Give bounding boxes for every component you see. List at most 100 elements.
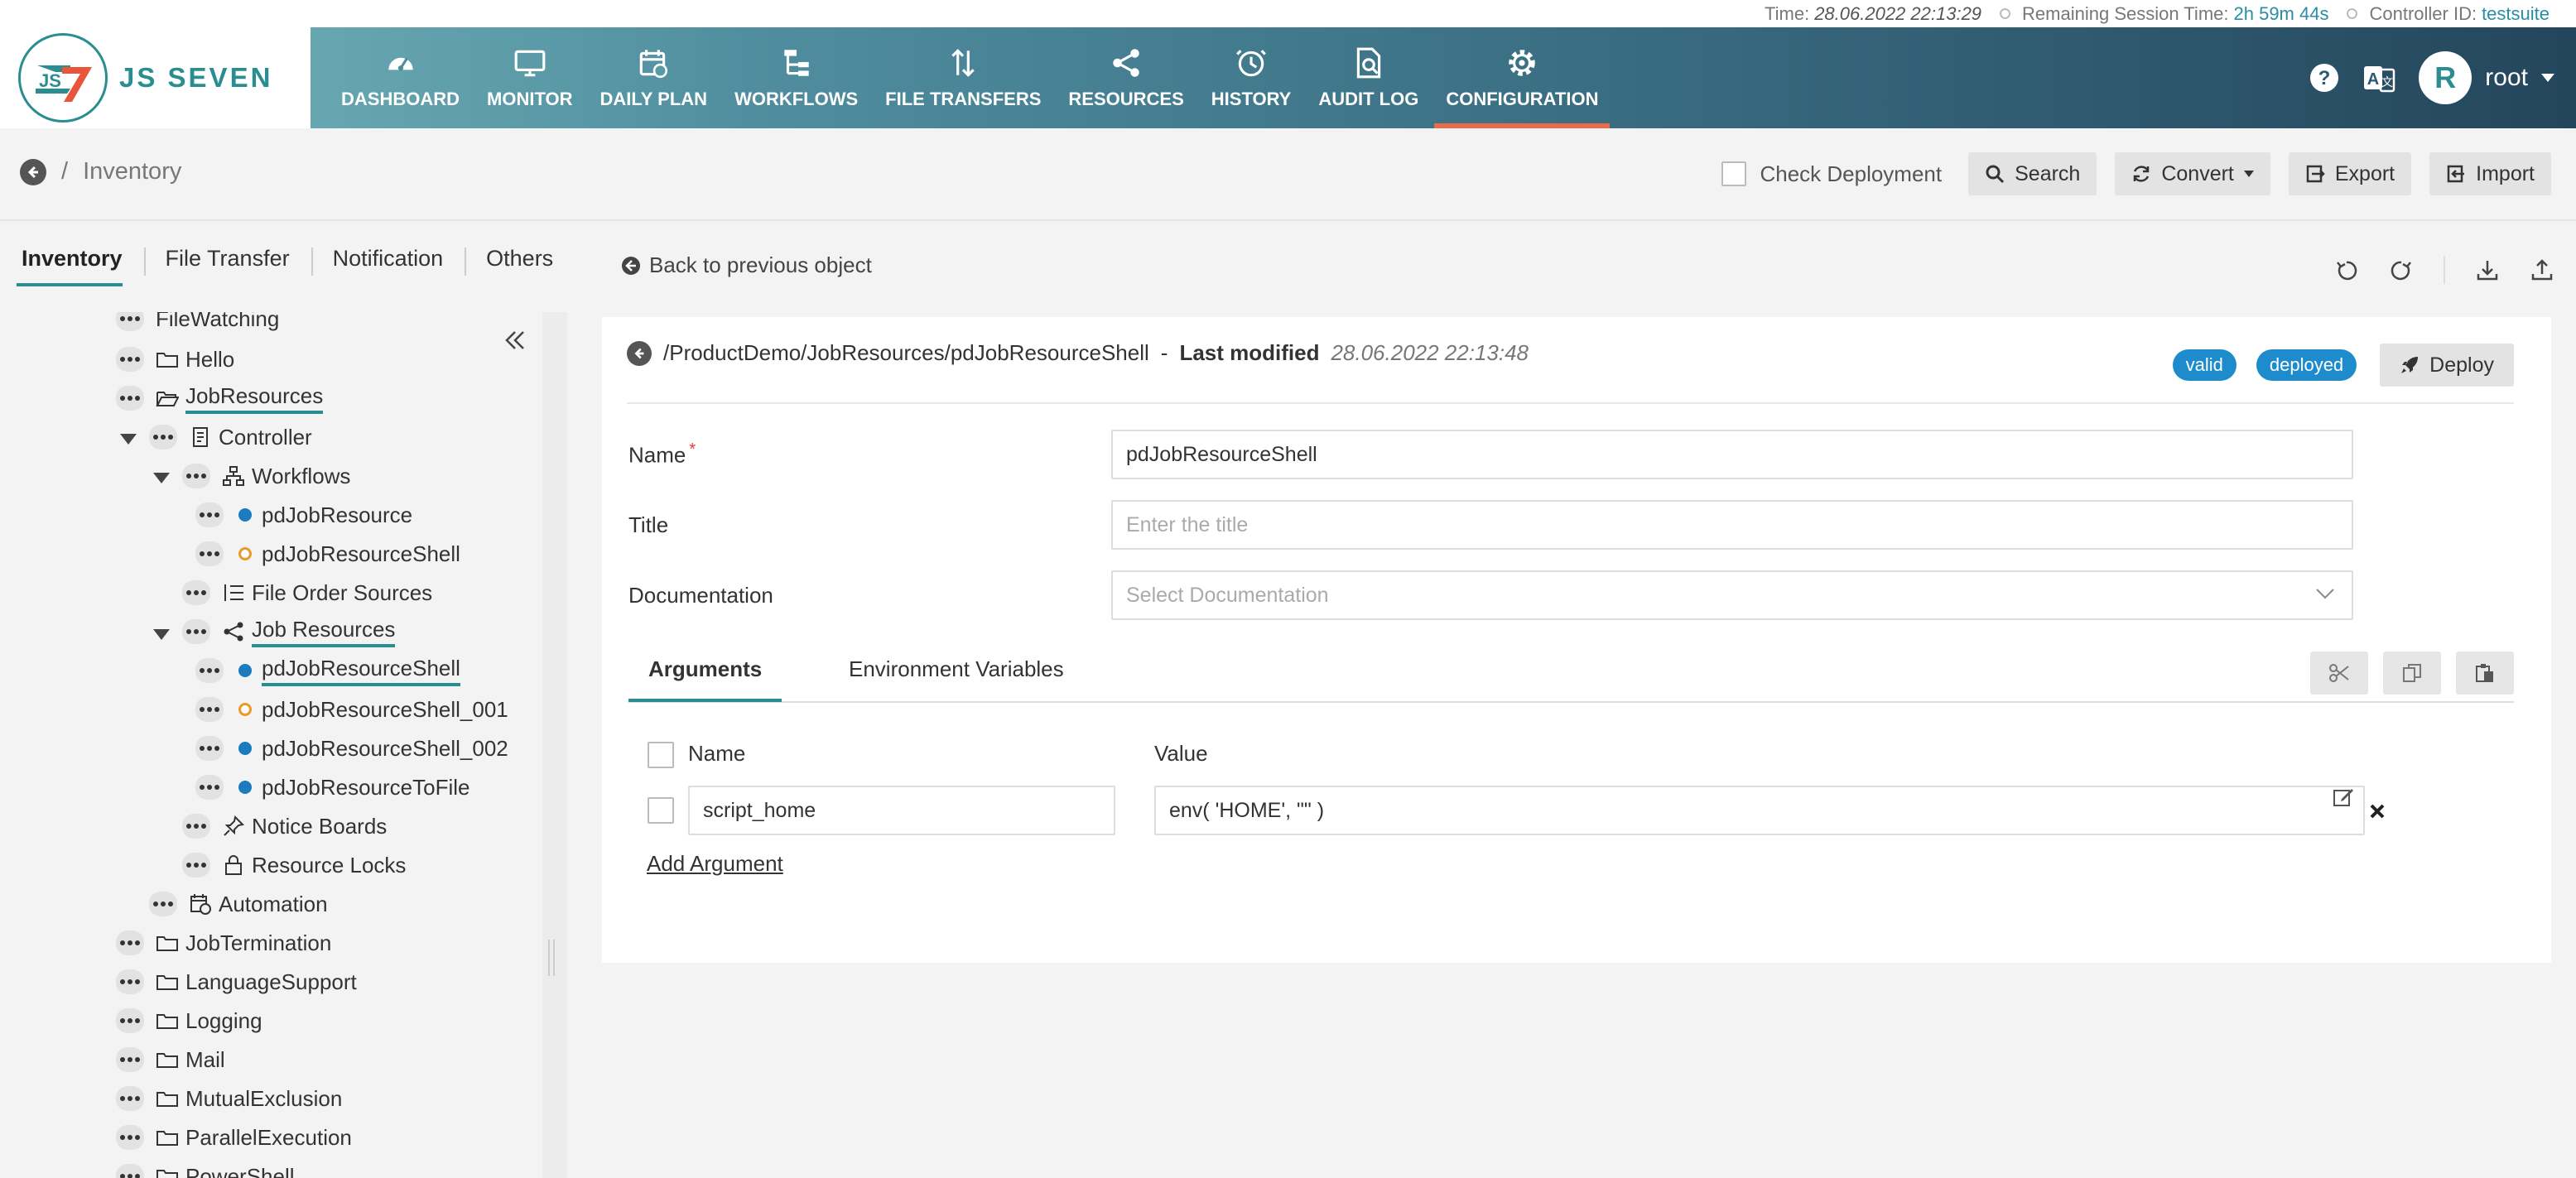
upload-icon[interactable] <box>2530 257 2554 282</box>
more-icon[interactable] <box>116 1086 144 1111</box>
cut-button[interactable] <box>2310 652 2368 695</box>
tree-automation[interactable]: Automation <box>149 887 328 921</box>
tree-workflows[interactable]: Workflows <box>182 459 350 493</box>
more-icon[interactable] <box>116 1047 144 1072</box>
tree-folder[interactable]: Logging <box>116 1004 262 1037</box>
language-icon[interactable]: A文 <box>2362 61 2395 94</box>
more-icon[interactable] <box>195 541 224 566</box>
nav-audit-log[interactable]: AUDIT LOG <box>1307 27 1430 128</box>
tree-job-resources[interactable]: Job Resources <box>182 615 396 648</box>
more-icon[interactable] <box>195 502 224 527</box>
tree-resource-locks[interactable]: Resource Locks <box>182 849 406 882</box>
tree-controller[interactable]: Controller <box>149 421 312 454</box>
title-field[interactable]: Enter the title <box>1111 500 2353 550</box>
tree-folder-hello[interactable]: Hello <box>116 343 234 376</box>
tree-folder[interactable]: JobTermination <box>116 926 331 959</box>
tree-workflow-item[interactable]: pdJobResource <box>195 498 412 531</box>
name-field[interactable]: pdJobResourceShell <box>1111 430 2353 479</box>
logo[interactable]: JS JS SEVEN <box>0 27 311 128</box>
tree-job-resource-item-selected[interactable]: pdJobResourceShell <box>195 654 460 687</box>
argument-value-input[interactable]: env( 'HOME', "" ) <box>1154 786 2365 835</box>
tree-job-resource-item[interactable]: pdJobResourceShell_002 <box>195 732 508 765</box>
documentation-select[interactable]: Select Documentation <box>1111 570 2353 620</box>
tree-notice-boards[interactable]: Notice Boards <box>182 810 387 843</box>
more-icon[interactable] <box>149 892 177 916</box>
tab-environment-variables[interactable]: Environment Variables <box>829 656 1084 700</box>
back-to-previous-link[interactable]: Back to previous object <box>621 252 872 278</box>
user-menu[interactable]: R root <box>2419 51 2554 104</box>
tab-arguments[interactable]: Arguments <box>628 656 782 702</box>
nav-monitor[interactable]: MONITOR <box>475 27 584 128</box>
more-icon[interactable] <box>149 425 177 450</box>
download-icon[interactable] <box>2475 257 2500 282</box>
more-icon[interactable] <box>116 930 144 955</box>
more-icon[interactable] <box>116 386 144 411</box>
expand-caret-icon[interactable] <box>153 473 170 483</box>
redo-icon[interactable] <box>2389 257 2414 282</box>
tree-workflow-item[interactable]: pdJobResourceShell <box>195 537 460 570</box>
convert-button[interactable]: Convert <box>2115 152 2270 195</box>
check-deployment[interactable]: Check Deployment <box>1721 161 1942 187</box>
more-icon[interactable] <box>195 736 224 761</box>
panel-splitter[interactable] <box>548 940 555 976</box>
tree-scrollbar[interactable] <box>542 312 567 1178</box>
export-button[interactable]: Export <box>2288 152 2412 195</box>
nav-daily-plan[interactable]: DAILY PLAN <box>588 27 719 128</box>
argument-name-input[interactable]: script_home <box>688 786 1115 835</box>
tree-folder[interactable]: PowerShell <box>116 1160 295 1178</box>
more-icon[interactable] <box>182 464 210 488</box>
more-icon[interactable] <box>182 853 210 877</box>
tree-job-resource-item[interactable]: pdJobResourceShell_001 <box>195 693 508 726</box>
tree-job-resource-item[interactable]: pdJobResourceToFile <box>195 771 469 804</box>
more-icon[interactable] <box>182 814 210 839</box>
copy-button[interactable] <box>2383 652 2441 695</box>
import-button[interactable]: Import <box>2429 152 2551 195</box>
nav-history[interactable]: HISTORY <box>1200 27 1303 128</box>
tree-folder-jobresources[interactable]: JobResources <box>116 382 324 415</box>
search-button[interactable]: Search <box>1968 152 2097 195</box>
help-icon[interactable]: ? <box>2309 63 2339 93</box>
expand-caret-icon[interactable] <box>120 434 137 445</box>
check-deployment-checkbox[interactable] <box>1721 161 1747 186</box>
more-icon[interactable] <box>195 658 224 683</box>
more-icon[interactable] <box>195 697 224 722</box>
nav-resources[interactable]: RESOURCES <box>1057 27 1195 128</box>
more-icon[interactable] <box>116 312 144 331</box>
nav-dashboard[interactable]: DASHBOARD <box>330 27 471 128</box>
more-icon[interactable] <box>116 969 144 994</box>
more-icon[interactable] <box>116 1008 144 1033</box>
paste-button[interactable] <box>2456 652 2514 695</box>
tree-folder[interactable]: MutualExclusion <box>116 1082 342 1115</box>
tab-file-transfer[interactable]: File Transfer <box>143 246 311 286</box>
more-icon[interactable] <box>195 775 224 800</box>
add-argument-link[interactable]: Add Argument <box>647 851 783 877</box>
tab-inventory[interactable]: Inventory <box>17 246 144 286</box>
more-icon[interactable] <box>116 347 144 372</box>
tab-notification[interactable]: Notification <box>311 246 465 286</box>
more-icon[interactable] <box>116 1125 144 1150</box>
edit-icon[interactable] <box>2332 786 2355 809</box>
deploy-button[interactable]: Deploy <box>2380 344 2514 387</box>
undo-icon[interactable] <box>2334 257 2359 282</box>
select-all-checkbox[interactable] <box>648 742 674 768</box>
controller-value[interactable]: testsuite <box>2482 3 2550 25</box>
tree-folder[interactable]: LanguageSupport <box>116 965 357 998</box>
back-arrow-icon[interactable] <box>627 340 652 366</box>
tree-folder[interactable]: Mail <box>116 1043 225 1076</box>
nav-file-transfers[interactable]: FILE TRANSFERS <box>874 27 1052 128</box>
tab-others[interactable]: Others <box>465 246 575 286</box>
nav-configuration[interactable]: CONFIGURATION <box>1434 27 1611 128</box>
more-icon[interactable] <box>182 580 210 605</box>
remove-icon[interactable] <box>2368 802 2386 820</box>
more-icon[interactable] <box>116 1164 144 1178</box>
tree-file-order-sources[interactable]: File Order Sources <box>182 576 432 609</box>
expand-caret-icon[interactable] <box>153 629 170 640</box>
collapse-sidebar-icon[interactable] <box>502 327 528 353</box>
row-checkbox[interactable] <box>648 797 674 824</box>
more-icon[interactable] <box>182 619 210 644</box>
tree-folder-partial[interactable]: FileWatching <box>116 312 279 335</box>
nav-workflows[interactable]: WORKFLOWS <box>723 27 869 128</box>
divider <box>627 402 2514 404</box>
tree-folder[interactable]: ParallelExecution <box>116 1121 352 1154</box>
back-arrow-icon[interactable] <box>20 158 46 185</box>
